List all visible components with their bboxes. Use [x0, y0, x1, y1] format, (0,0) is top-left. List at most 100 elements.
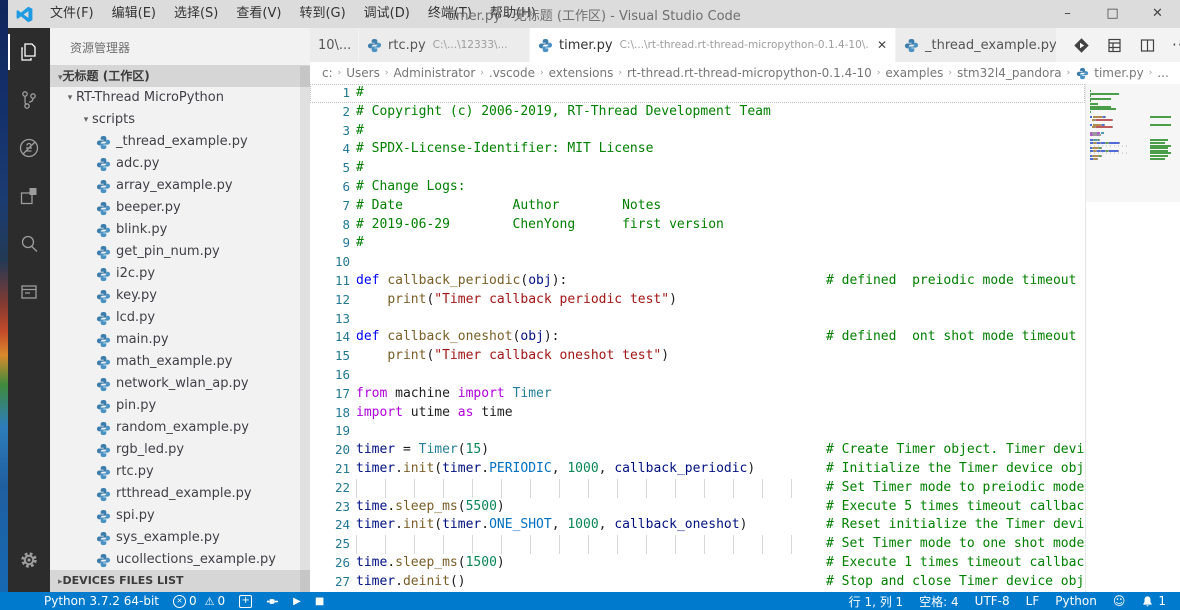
- notifications-bell[interactable]: 1: [1141, 594, 1166, 608]
- tab-rtc-py[interactable]: rtc.py C:\...\12333\...: [359, 28, 529, 62]
- code-line-18[interactable]: 18 import utime as time: [310, 404, 1085, 423]
- sidebar-item-scripts[interactable]: ▾ scripts: [50, 109, 310, 131]
- more-actions-icon[interactable]: ···: [1172, 36, 1180, 54]
- code-line-27[interactable]: 27 timer.deinit() # Stop and close Timer d…: [310, 573, 1085, 592]
- code-line-26[interactable]: 26 time.sleep_ms(1500) # Execute 1 times t…: [310, 554, 1085, 573]
- menu-item-4[interactable]: 转到(G): [290, 0, 354, 28]
- sidebar-item-array-example-py[interactable]: array_example.py: [50, 175, 310, 197]
- menu-item-3[interactable]: 查看(V): [227, 0, 290, 28]
- eol-status[interactable]: LF: [1026, 594, 1040, 608]
- code-line-11[interactable]: 11 def callback_periodic(obj): # defined p…: [310, 272, 1085, 291]
- breadcrumb-item-4[interactable]: extensions: [549, 66, 614, 80]
- rtthread-run-icon[interactable]: [1073, 37, 1090, 54]
- breadcrumb-item-2[interactable]: Administrator: [393, 66, 475, 80]
- code-line-19[interactable]: 19: [310, 422, 1085, 441]
- code-editor[interactable]: 1 #2 # Copyright (c) 2006-2019, RT-Thread …: [310, 84, 1085, 592]
- code-line-5[interactable]: 5 #: [310, 159, 1085, 178]
- sidebar-item-beeper-py[interactable]: beeper.py: [50, 197, 310, 219]
- sidebar-item-main-py[interactable]: main.py: [50, 329, 310, 351]
- feedback-smiley-icon[interactable]: ☺: [1113, 594, 1126, 608]
- minimap[interactable]: [1085, 84, 1180, 592]
- sidebar-item-blink-py[interactable]: blink.py: [50, 219, 310, 241]
- breadcrumb-item-6[interactable]: examples: [885, 66, 943, 80]
- menu-item-0[interactable]: 文件(F): [41, 0, 103, 28]
- open-preview-icon[interactable]: [1106, 37, 1123, 54]
- code-line-3[interactable]: 3 #: [310, 122, 1085, 141]
- sidebar-item-lcd-py[interactable]: lcd.py: [50, 307, 310, 329]
- sidebar-item-rt-thread-micropython[interactable]: ▾ RT-Thread MicroPython: [50, 87, 310, 109]
- sidebar-item--thread-example-py[interactable]: _thread_example.py: [50, 131, 310, 153]
- sidebar-item-sys-example-py[interactable]: sys_example.py: [50, 527, 310, 549]
- language-mode[interactable]: Python: [1055, 594, 1097, 608]
- sidebar-item-rtthread-example-py[interactable]: rtthread_example.py: [50, 483, 310, 505]
- code-line-1[interactable]: 1 #: [310, 84, 1085, 103]
- sidebar-item-get-pin-num-py[interactable]: get_pin_num.py: [50, 241, 310, 263]
- breadcrumb-item-0[interactable]: c:: [322, 66, 333, 80]
- code-line-15[interactable]: 15 print("Timer callback oneshot test"): [310, 347, 1085, 366]
- problems-status[interactable]: ✕ 0 ⚠ 0: [173, 594, 225, 608]
- code-line-13[interactable]: 13: [310, 310, 1085, 329]
- code-line-2[interactable]: 2 # Copyright (c) 2006-2019, RT-Thread De…: [310, 103, 1085, 122]
- sidebar-item-pin-py[interactable]: pin.py: [50, 395, 310, 417]
- breadcrumb-item-9[interactable]: ...: [1157, 66, 1168, 80]
- explorer-icon[interactable]: [8, 28, 50, 76]
- breadcrumb-item-3[interactable]: .vscode: [489, 66, 535, 80]
- sidebar-item-ucollections-example-py[interactable]: ucollections_example.py: [50, 549, 310, 571]
- sidebar-item-rgb-led-py[interactable]: rgb_led.py: [50, 439, 310, 461]
- sidebar-scrollbar[interactable]: [300, 66, 310, 592]
- output-panel-icon[interactable]: [8, 268, 50, 316]
- code-line-25[interactable]: 25 # Set Timer mode to one shot mode, tim…: [310, 535, 1085, 554]
- settings-gear-icon[interactable]: [8, 536, 50, 584]
- breadcrumb-item-5[interactable]: rt-thread.rt-thread-micropython-0.1.4-10: [627, 66, 872, 80]
- code-line-14[interactable]: 14 def callback_oneshot(obj): # defined on…: [310, 328, 1085, 347]
- code-line-21[interactable]: 21 timer.init(timer.PERIODIC, 1000, callb…: [310, 460, 1085, 479]
- encoding-status[interactable]: UTF-8: [975, 594, 1010, 608]
- extensions-icon[interactable]: [8, 172, 50, 220]
- debug-icon[interactable]: [8, 124, 50, 172]
- python-interpreter-status[interactable]: Python 3.7.2 64-bit: [44, 594, 159, 608]
- sidebar-item-math-example-py[interactable]: math_example.py: [50, 351, 310, 373]
- code-line-8[interactable]: 8 # 2019-06-29 ChenYong first version: [310, 216, 1085, 235]
- menu-item-2[interactable]: 选择(S): [165, 0, 227, 28]
- sidebar-item-network-wlan-ap-py[interactable]: network_wlan_ap.py: [50, 373, 310, 395]
- breadcrumb-item-7[interactable]: stm32l4_pandora: [957, 66, 1062, 80]
- code-line-22[interactable]: 22 # Set Timer mode to preiodic mode, tim…: [310, 478, 1085, 498]
- code-line-16[interactable]: 16: [310, 366, 1085, 385]
- sidebar-item-spi-py[interactable]: spi.py: [50, 505, 310, 527]
- download-to-device-button[interactable]: +: [239, 594, 253, 608]
- code-line-7[interactable]: 7 # Date Author Notes: [310, 197, 1085, 216]
- indentation-status[interactable]: 空格: 4: [919, 593, 959, 610]
- code-line-23[interactable]: 23 time.sleep_ms(5500) # Execute 5 times t…: [310, 498, 1085, 517]
- source-control-icon[interactable]: [8, 76, 50, 124]
- sidebar-item-rtc-py[interactable]: rtc.py: [50, 461, 310, 483]
- cursor-position[interactable]: 行 1, 列 1: [849, 593, 904, 610]
- tab-10-[interactable]: 10\...: [310, 28, 358, 62]
- sidebar-item-random-example-py[interactable]: random_example.py: [50, 417, 310, 439]
- minimize-button[interactable]: –: [1045, 0, 1090, 28]
- device-connect-button[interactable]: [266, 595, 279, 608]
- menu-item-5[interactable]: 调试(D): [355, 0, 419, 28]
- code-line-12[interactable]: 12 print("Timer callback periodic test"): [310, 291, 1085, 310]
- sidebar-item-adc-py[interactable]: adc.py: [50, 153, 310, 175]
- tab--thread-example-py[interactable]: _thread_example.pyC:\: [896, 28, 1056, 62]
- workspace-section-header[interactable]: ▾无标题 (工作区): [50, 65, 310, 87]
- sidebar-item-key-py[interactable]: key.py: [50, 285, 310, 307]
- code-line-9[interactable]: 9 #: [310, 234, 1085, 253]
- split-editor-icon[interactable]: [1139, 37, 1156, 54]
- code-line-24[interactable]: 24 timer.init(timer.ONE_SHOT, 1000, callb…: [310, 516, 1085, 535]
- code-line-20[interactable]: 20 timer = Timer(15) # Create Timer object…: [310, 441, 1085, 460]
- sidebar-item-i2c-py[interactable]: i2c.py: [50, 263, 310, 285]
- stop-button[interactable]: ■: [315, 596, 324, 607]
- breadcrumb-item-1[interactable]: Users: [346, 66, 380, 80]
- code-line-10[interactable]: 10: [310, 253, 1085, 272]
- menu-item-1[interactable]: 编辑(E): [103, 0, 165, 28]
- tab-close-icon[interactable]: ✕: [869, 38, 887, 52]
- breadcrumb-item-8[interactable]: timer.py: [1094, 66, 1143, 80]
- breadcrumb[interactable]: c: › Users › Administrator › .vscode › extension…: [310, 62, 1180, 84]
- code-line-6[interactable]: 6 # Change Logs:: [310, 178, 1085, 197]
- close-button[interactable]: ✕: [1135, 0, 1180, 28]
- devices-files-list-header[interactable]: ▸DEVICES FILES LIST: [50, 570, 310, 592]
- run-file-button[interactable]: ▶: [293, 596, 301, 607]
- code-line-17[interactable]: 17 from machine import Timer: [310, 385, 1085, 404]
- code-line-4[interactable]: 4 # SPDX-License-Identifier: MIT License: [310, 140, 1085, 159]
